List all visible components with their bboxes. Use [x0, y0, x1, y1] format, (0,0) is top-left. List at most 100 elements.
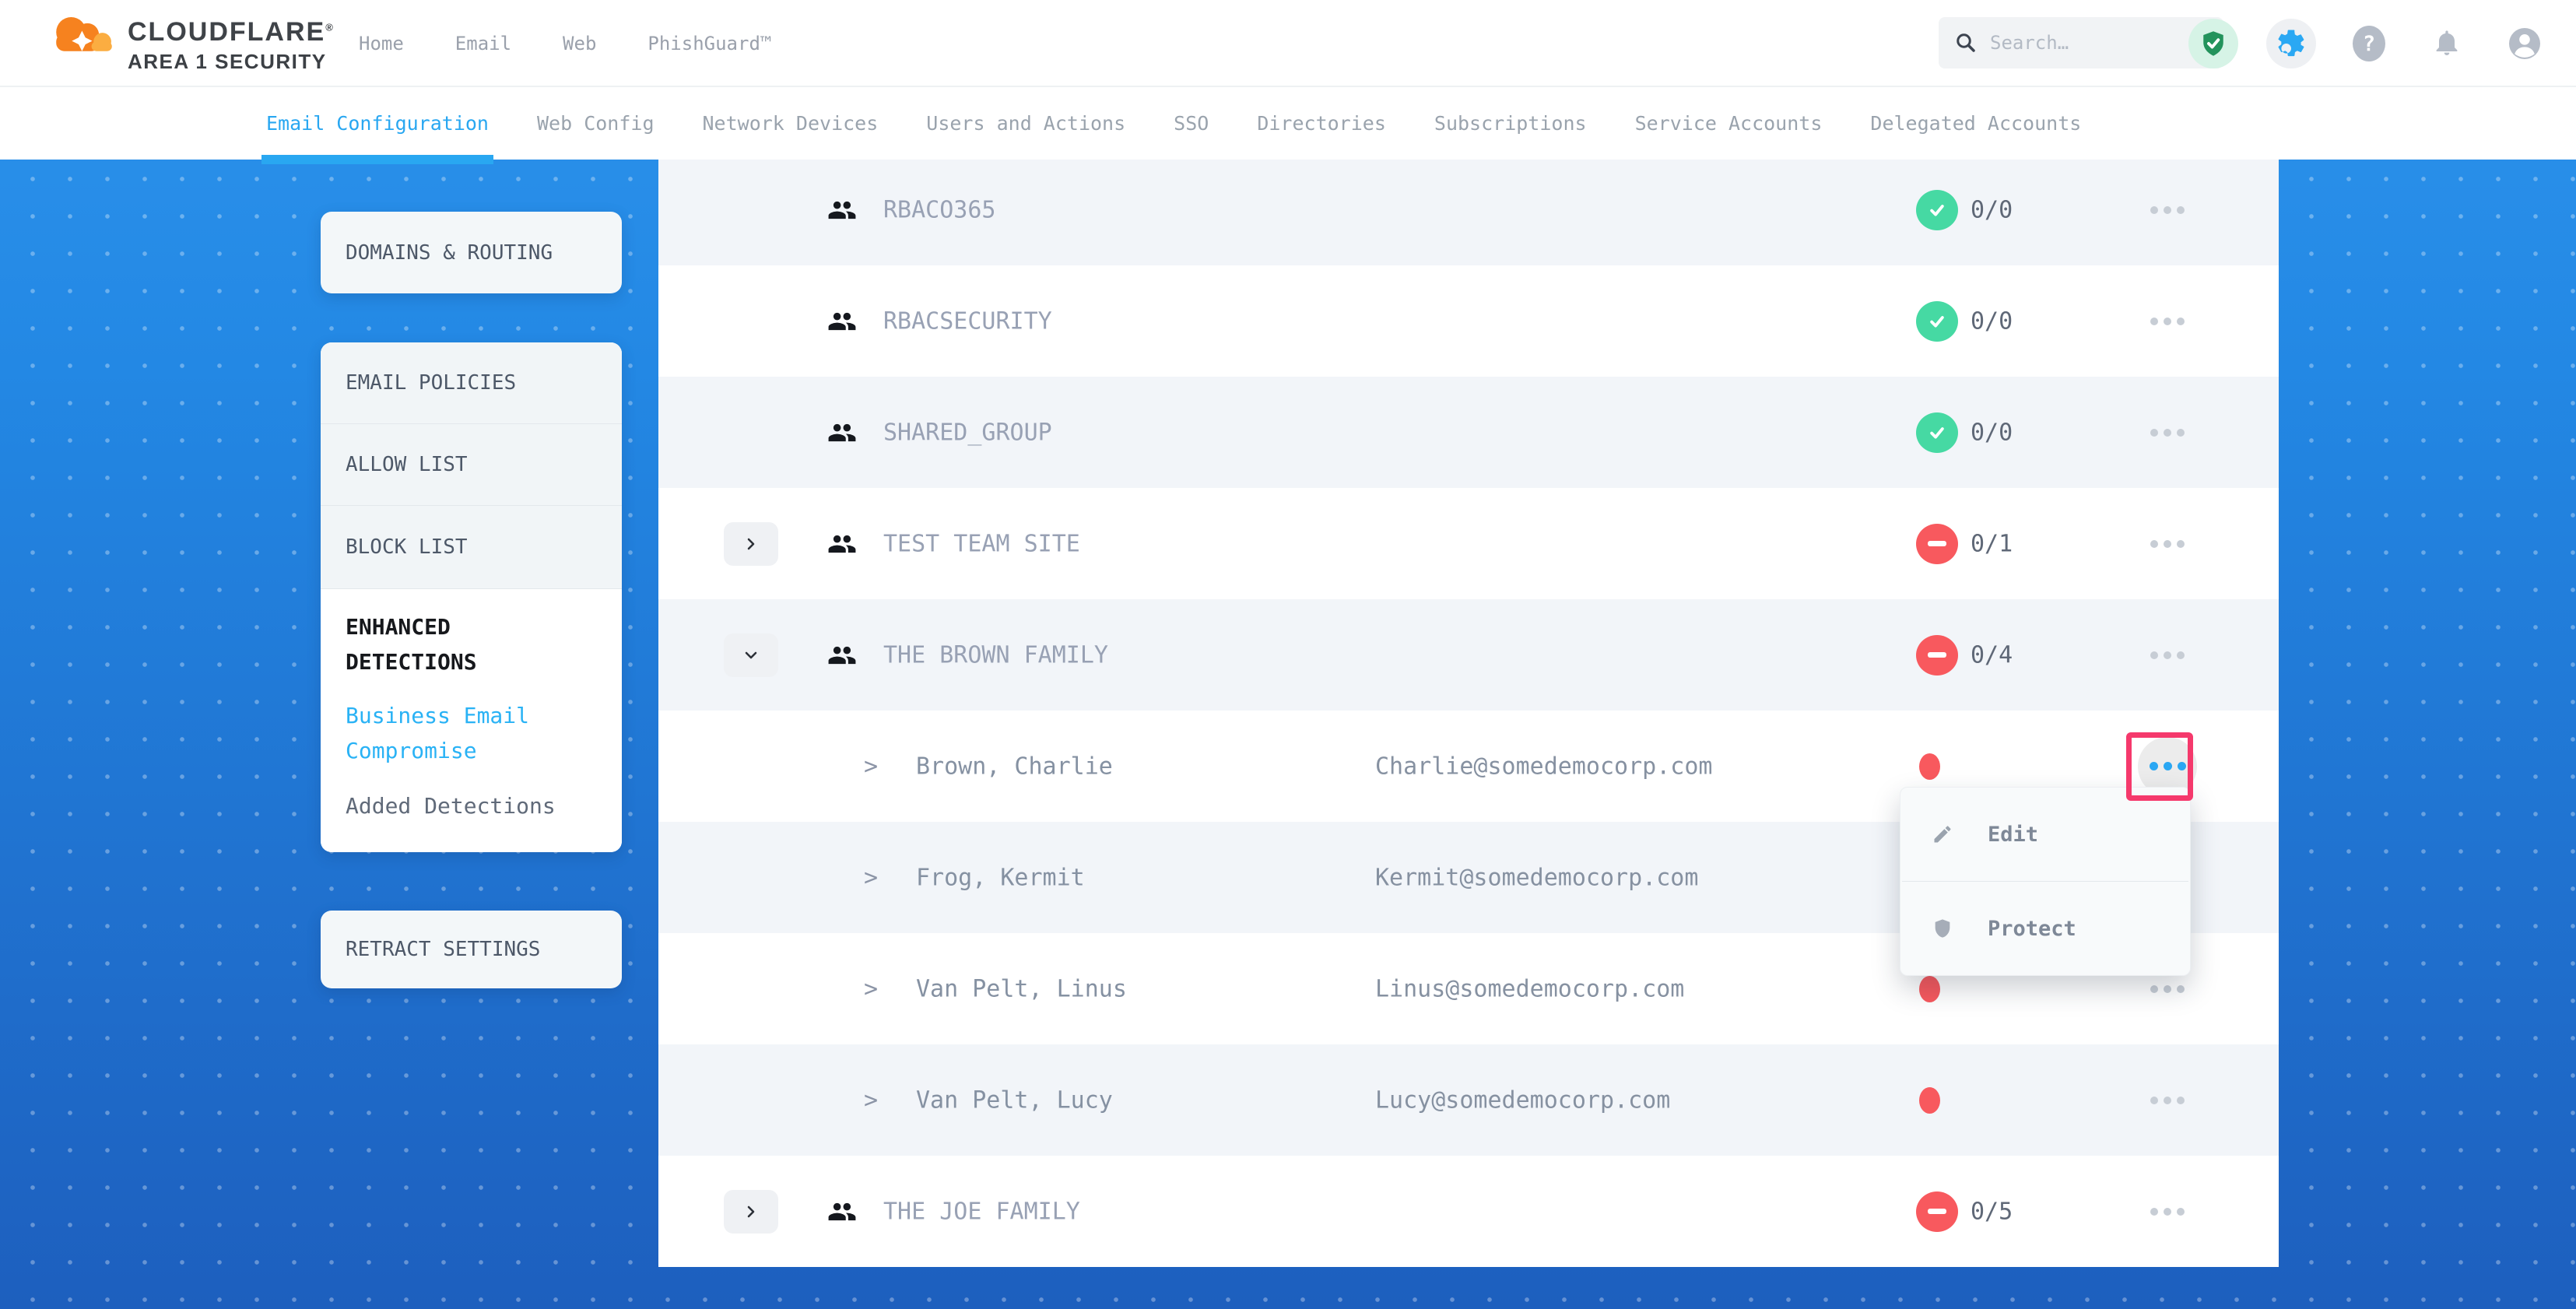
- security-status-button[interactable]: [2188, 19, 2238, 68]
- account-icon: [2506, 25, 2543, 62]
- protected-count: 0/4: [1971, 641, 2013, 669]
- sidebar-item-block-list[interactable]: BLOCK LIST: [321, 506, 622, 589]
- search-input[interactable]: [1990, 32, 2208, 54]
- tab-email-configuration[interactable]: Email Configuration: [266, 87, 489, 160]
- table-row-group: THE JOE FAMILY 0/5: [658, 1156, 2279, 1267]
- member-prefix: >: [864, 864, 878, 891]
- unprotected-indicator: [1919, 1087, 1940, 1114]
- protected-count: 0/0: [1971, 196, 2013, 223]
- member-email: Lucy@somedemocorp.com: [1375, 1086, 1670, 1114]
- sidebar-item-retract-settings[interactable]: RETRACT SETTINGS: [321, 911, 622, 988]
- row-menu-button[interactable]: [2136, 306, 2199, 337]
- sidebar-label: EMAIL POLICIES: [346, 371, 516, 395]
- row-menu-button[interactable]: [2136, 417, 2199, 448]
- account-button[interactable]: [2500, 19, 2550, 68]
- sidebar-item-domains-routing[interactable]: DOMAINS & ROUTING: [321, 212, 622, 293]
- tab-users-and-actions[interactable]: Users and Actions: [926, 87, 1125, 160]
- table-row-group: RBACO365 0/0: [658, 154, 2279, 265]
- brand-name: CLOUDFLARE®: [128, 17, 335, 47]
- sidebar-section-enhanced-detections: ENHANCED DETECTIONS Business Email Compr…: [321, 589, 622, 852]
- settings-button[interactable]: [2266, 19, 2316, 68]
- row-menu-button[interactable]: [2136, 974, 2199, 1005]
- chevron-down-icon: [742, 646, 760, 665]
- primary-nav: Home Email Web PhishGuard™: [359, 0, 771, 87]
- group-name[interactable]: TEST TEAM SITE: [883, 530, 1080, 557]
- expand-group-button[interactable]: [724, 1190, 778, 1234]
- group-name[interactable]: THE JOE FAMILY: [883, 1198, 1080, 1225]
- tab-service-accounts[interactable]: Service Accounts: [1635, 87, 1823, 160]
- group-users-icon: [827, 1197, 857, 1227]
- unprotected-indicator: [1919, 753, 1940, 780]
- expand-group-button[interactable]: [724, 522, 778, 566]
- member-email: Linus@somedemocorp.com: [1375, 975, 1684, 1002]
- unprotected-indicator: [1919, 976, 1940, 1002]
- sidebar-label: RETRACT SETTINGS: [346, 938, 540, 961]
- member-prefix: >: [864, 975, 878, 1002]
- group-users-icon: [827, 529, 857, 559]
- group-users-icon: [827, 307, 857, 336]
- shield-icon: [1932, 918, 1953, 939]
- help-button[interactable]: ?: [2344, 19, 2394, 68]
- status-badge-blocked: [1916, 635, 1958, 676]
- registered-mark: ®: [325, 22, 335, 33]
- row-menu-button[interactable]: [2136, 195, 2199, 226]
- group-name[interactable]: THE BROWN FAMILY: [883, 641, 1108, 669]
- member-name[interactable]: Van Pelt, Lucy: [916, 1086, 1113, 1114]
- status-badge-blocked: [1916, 1191, 1958, 1232]
- protected-count: 0/5: [1971, 1198, 2013, 1225]
- member-name[interactable]: Van Pelt, Linus: [916, 975, 1127, 1002]
- tab-web-config[interactable]: Web Config: [537, 87, 655, 160]
- table-row-group: TEST TEAM SITE 0/1: [658, 488, 2279, 599]
- enhanced-detections-title: ENHANCED DETECTIONS: [346, 609, 587, 679]
- gear-icon: [2275, 27, 2308, 60]
- protected-count: 0/0: [1971, 419, 2013, 446]
- tab-network-devices[interactable]: Network Devices: [703, 87, 879, 160]
- tab-subscriptions[interactable]: Subscriptions: [1434, 87, 1587, 160]
- table-row-group: SHARED_GROUP 0/0: [658, 377, 2279, 488]
- nav-home[interactable]: Home: [359, 33, 404, 54]
- sidebar-item-email-policies[interactable]: EMAIL POLICIES: [321, 342, 622, 424]
- menu-item-edit[interactable]: Edit: [1900, 788, 2190, 881]
- search-box[interactable]: [1939, 17, 2223, 68]
- row-menu-button[interactable]: [2136, 528, 2199, 560]
- menu-item-protect[interactable]: Protect: [1900, 882, 2190, 975]
- bell-icon: [2431, 28, 2462, 59]
- row-menu-button[interactable]: [2136, 1196, 2199, 1227]
- groups-table: RBACO365 0/0 RBACSECURITY 0/0 SHARED_GRO…: [658, 154, 2279, 1267]
- member-email: Charlie@somedemocorp.com: [1375, 753, 1712, 780]
- sidebar-item-business-email-compromise[interactable]: Business Email Compromise: [346, 698, 579, 768]
- table-row-group: THE BROWN FAMILY 0/4: [658, 599, 2279, 711]
- nav-phishguard[interactable]: PhishGuard™: [648, 33, 771, 54]
- menu-item-label: Edit: [1988, 823, 2038, 847]
- notifications-button[interactable]: [2422, 19, 2472, 68]
- group-name[interactable]: SHARED_GROUP: [883, 419, 1052, 446]
- tab-sso[interactable]: SSO: [1174, 87, 1209, 160]
- header-icon-bar: ?: [2188, 0, 2550, 87]
- tab-delegated-accounts[interactable]: Delegated Accounts: [1870, 87, 2081, 160]
- nav-email[interactable]: Email: [455, 33, 511, 54]
- status-badge-blocked: [1916, 524, 1958, 564]
- status-badge-ok: [1916, 190, 1958, 230]
- member-name[interactable]: Frog, Kermit: [916, 864, 1085, 891]
- group-name[interactable]: RBACSECURITY: [883, 307, 1052, 335]
- chevron-right-icon: [742, 1202, 760, 1221]
- tab-directories[interactable]: Directories: [1257, 87, 1386, 160]
- brand-subtitle: AREA 1 SECURITY: [128, 50, 335, 74]
- status-badge-ok: [1916, 412, 1958, 453]
- group-name[interactable]: RBACO365: [883, 196, 996, 223]
- group-users-icon: [827, 640, 857, 670]
- member-name[interactable]: Brown, Charlie: [916, 753, 1113, 780]
- row-menu-button[interactable]: [2136, 1085, 2199, 1116]
- sidebar-item-added-detections[interactable]: Added Detections: [346, 788, 579, 823]
- section-tabs: Email Configuration Web Config Network D…: [0, 87, 2576, 160]
- member-prefix: >: [864, 1086, 878, 1114]
- cloudflare-cloud-icon: [47, 9, 121, 58]
- sidebar-item-allow-list[interactable]: ALLOW LIST: [321, 424, 622, 506]
- status-badge-ok: [1916, 301, 1958, 342]
- group-users-icon: [827, 418, 857, 447]
- group-users-icon: [827, 195, 857, 225]
- nav-web[interactable]: Web: [563, 33, 596, 54]
- collapse-group-button[interactable]: [724, 633, 778, 677]
- cloudflare-logo[interactable]: CLOUDFLARE® AREA 1 SECURITY: [47, 9, 335, 74]
- row-menu-button[interactable]: [2136, 640, 2199, 671]
